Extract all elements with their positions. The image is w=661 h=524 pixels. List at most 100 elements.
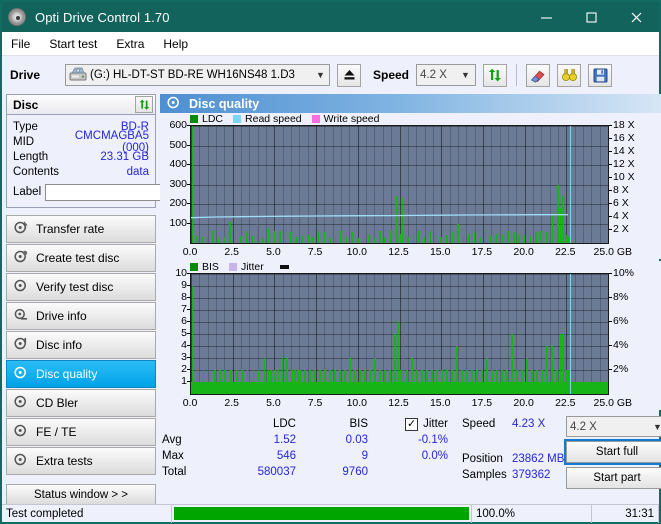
stats-row-label: Max	[162, 450, 184, 462]
sidebar-item-disc-quality[interactable]: Disc quality	[6, 360, 156, 388]
data-bar	[329, 370, 332, 382]
sidebar-item-label: Extra tests	[36, 454, 93, 468]
x-tick-label: 2.5	[224, 397, 239, 409]
readout-speed-value: 4.23 X	[512, 418, 546, 430]
disc-icon	[14, 395, 28, 411]
jitter-checkbox[interactable]: ✓	[405, 417, 419, 431]
disc-icon	[14, 279, 28, 295]
data-bar	[354, 370, 357, 382]
sidebar-item-label: Drive info	[36, 309, 87, 323]
readout-samples: Samples 379362	[462, 467, 566, 483]
jitter-header: ✓ Jitter	[368, 417, 454, 431]
sidebar-item-create-test-disc[interactable]: Create test disc	[6, 244, 156, 272]
y2-tick-label: 12 X	[613, 158, 635, 170]
legend-label-bis: BIS	[202, 261, 219, 273]
y2-tick-label: 2 X	[613, 223, 629, 235]
data-bar	[476, 370, 478, 382]
y-tick-label: 200	[169, 197, 187, 209]
data-bar	[374, 358, 377, 382]
x-tick-label: 7.5	[307, 397, 323, 409]
sidebar-item-disc-info[interactable]: Disc info	[6, 331, 156, 359]
close-icon[interactable]	[614, 2, 659, 32]
status-bar: Test completed 100.0% 31:31	[2, 504, 659, 523]
x-tick-label: 12.5	[388, 246, 409, 258]
menu-help[interactable]: Help	[163, 35, 198, 53]
bis-chart: BIS Jitter 1 2 3 4 5 6 7 8 9 10 2% 4% 6% 8% 10% 0.0 2.…	[160, 261, 661, 410]
sidebar-item-verify-test-disc[interactable]: Verify test disc	[6, 273, 156, 301]
legend-label-read-speed: Read speed	[245, 113, 302, 125]
data-bar	[541, 370, 543, 382]
readout-position-key: Position	[462, 453, 503, 465]
erase-button[interactable]	[526, 63, 551, 87]
disc-value: data	[126, 165, 149, 178]
data-bar	[257, 370, 260, 382]
stats-ldc-value: 580037	[257, 466, 296, 478]
end-marker	[569, 126, 572, 243]
sidebar-item-label: Transfer rate	[36, 222, 105, 236]
x-tick-label: 25.0 GB	[593, 397, 633, 409]
chevron-down-icon[interactable]: ▼	[651, 422, 661, 432]
test-speed-select[interactable]: 4.2 X ▼	[566, 416, 661, 437]
bis-chart-legend: BIS Jitter	[160, 261, 661, 273]
status-window-button[interactable]: Status window > >	[6, 484, 156, 505]
x-tick-label: 15.0	[429, 397, 451, 409]
x-tick-label: 20.0	[513, 246, 534, 258]
data-bar	[349, 358, 352, 382]
menu-extra[interactable]: Extra	[116, 35, 154, 53]
save-button[interactable]	[588, 63, 613, 87]
menu-bar: File Start test Extra Help	[2, 32, 659, 56]
chevron-down-icon[interactable]: ▼	[459, 70, 472, 80]
x-tick-label: 20.0	[513, 397, 534, 409]
data-bar	[402, 322, 405, 382]
statistics-panel: LDC BIS ✓ Jitter Avg 1.52 0.03 -0.1% Max…	[160, 410, 661, 493]
data-bar	[394, 334, 397, 382]
disc-icon	[8, 8, 26, 26]
stats-header-ldc: LDC	[272, 418, 296, 430]
minimize-icon[interactable]	[524, 2, 569, 32]
data-bar	[516, 370, 518, 382]
chevron-down-icon[interactable]: ▼	[314, 70, 327, 80]
data-bar	[531, 370, 533, 382]
data-bar	[277, 370, 280, 382]
bis-plot-area[interactable]	[190, 273, 609, 395]
data-bar	[214, 370, 216, 382]
inspect-button[interactable]	[557, 63, 582, 87]
sidebar-item-drive-info[interactable]: Drive info	[6, 302, 156, 330]
eject-button[interactable]	[337, 63, 361, 87]
data-bar	[496, 370, 498, 382]
content-header: Disc quality	[160, 94, 661, 113]
legend-label-ldc: LDC	[202, 113, 224, 125]
speed-select[interactable]: 4.2 X ▼	[416, 64, 477, 86]
data-bar	[219, 370, 221, 382]
start-full-button[interactable]: Start full	[564, 439, 661, 465]
data-bar	[379, 370, 382, 382]
sidebar-item-extra-tests[interactable]: Extra tests	[6, 447, 156, 475]
data-bar	[491, 370, 493, 382]
stats-header-jitter: Jitter	[423, 418, 448, 430]
toolbar-separator	[516, 64, 518, 86]
data-bar	[551, 346, 553, 382]
menu-start-test[interactable]: Start test	[49, 35, 107, 53]
data-bar	[384, 370, 387, 382]
drive-select[interactable]: (G:) HL-DT-ST BD-RE WH16NS48 1.D3 ▼	[65, 64, 330, 86]
data-bar	[236, 370, 238, 382]
sidebar-item-transfer-rate[interactable]: Transfer rate	[6, 215, 156, 243]
y2-tick-label: 14 X	[613, 145, 635, 157]
start-part-button[interactable]: Start part	[566, 467, 661, 489]
readout-values: Speed 4.23 X Position 23862 MB Samples 3…	[462, 416, 566, 493]
y2-tick-label: 16 X	[613, 132, 635, 144]
sidebar-item-cd-bler[interactable]: CD Bler	[6, 389, 156, 417]
ldc-plot-area[interactable]	[190, 125, 609, 244]
menu-file[interactable]: File	[11, 35, 40, 53]
speed-label: Speed	[373, 68, 410, 82]
bar-baseline	[191, 382, 608, 394]
sidebar-item-fe-te[interactable]: FE / TE	[6, 418, 156, 446]
refresh-icon[interactable]	[135, 96, 153, 113]
maximize-icon[interactable]	[569, 2, 614, 32]
disc-key: Contents	[13, 165, 60, 178]
readout-panel: Speed 4.23 X Position 23862 MB Samples 3…	[462, 416, 661, 493]
refresh-button[interactable]	[483, 63, 508, 87]
stats-row-label: Total	[162, 466, 187, 478]
stats-ldc-value: 1.52	[273, 434, 296, 446]
x-tick-label: 25.0 GB	[593, 246, 633, 258]
